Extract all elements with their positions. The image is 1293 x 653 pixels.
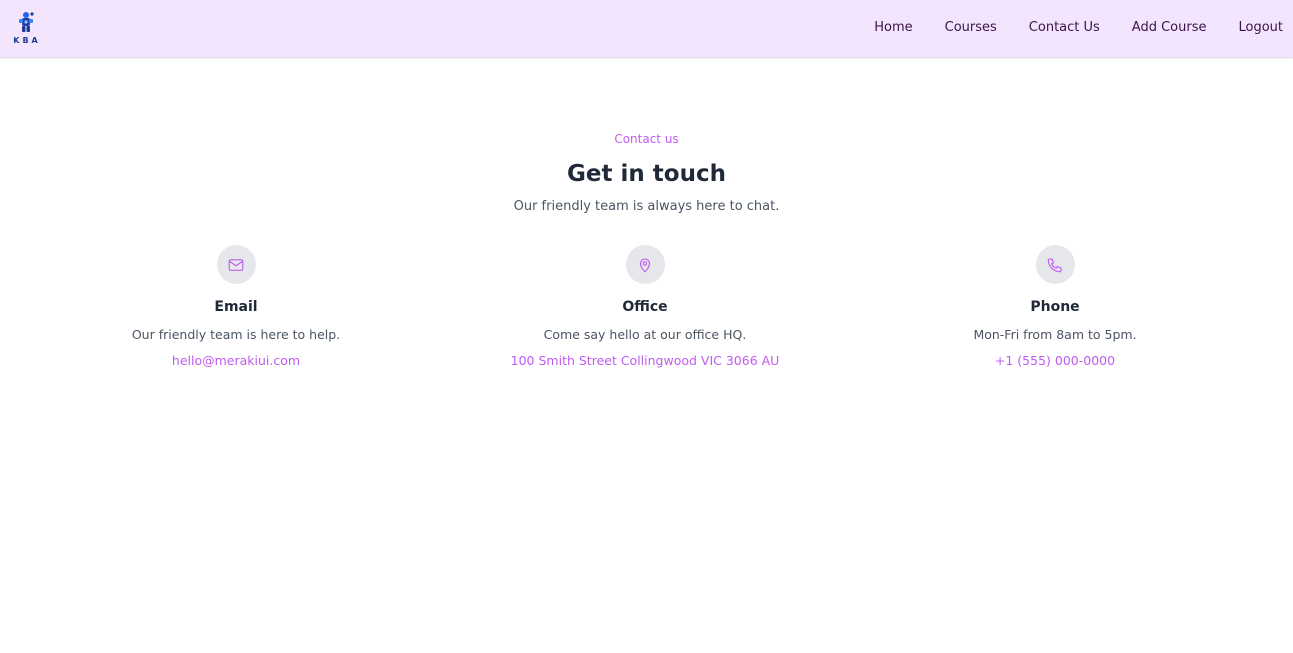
email-link[interactable]: hello@merakiui.com	[172, 352, 300, 369]
phone-link[interactable]: +1 (555) 000-0000	[995, 352, 1115, 369]
phone-icon-circle	[1035, 245, 1075, 284]
nav-add-course[interactable]: Add Course	[1132, 20, 1207, 36]
phone-description: Mon-Fri from 8am to 5pm.	[973, 327, 1137, 342]
main-nav: Home Courses Contact Us Add Course Logou…	[842, 0, 1293, 56]
email-icon-circle	[216, 245, 256, 284]
kba-logo-icon	[19, 12, 34, 32]
office-title: Office	[622, 299, 668, 315]
logo-text: KBA	[13, 36, 41, 45]
office-card: Office Come say hello at our office HQ. …	[445, 245, 845, 369]
nav-courses[interactable]: Courses	[945, 20, 997, 36]
email-description: Our friendly team is here to help.	[131, 327, 341, 342]
email-card: Email Our friendly team is here to help.…	[36, 245, 436, 369]
nav-logout[interactable]: Logout	[1238, 20, 1283, 36]
phone-icon	[1047, 257, 1062, 272]
mail-icon	[228, 258, 244, 271]
phone-card: Phone Mon-Fri from 8am to 5pm. +1 (555) …	[855, 245, 1255, 369]
nav-home[interactable]: Home	[874, 20, 912, 36]
email-title: Email	[214, 299, 258, 315]
office-icon-circle	[625, 245, 665, 284]
page-title: Get in touch	[567, 161, 726, 187]
navbar: KBA Home Courses Contact Us Add Course L…	[0, 0, 1293, 58]
office-description: Come say hello at our office HQ.	[543, 327, 747, 342]
section-eyebrow: Contact us	[614, 132, 679, 146]
office-address-link[interactable]: 100 Smith Street Collingwood VIC 3066 AU	[511, 352, 780, 369]
brand-logo[interactable]: KBA	[10, 10, 44, 48]
page-subtitle: Our friendly team is always here to chat…	[513, 199, 780, 214]
map-pin-icon	[639, 257, 651, 272]
nav-contact-us[interactable]: Contact Us	[1029, 20, 1100, 36]
contact-hero: Contact us Get in touch Our friendly tea…	[0, 131, 1293, 216]
phone-title: Phone	[1030, 299, 1080, 315]
